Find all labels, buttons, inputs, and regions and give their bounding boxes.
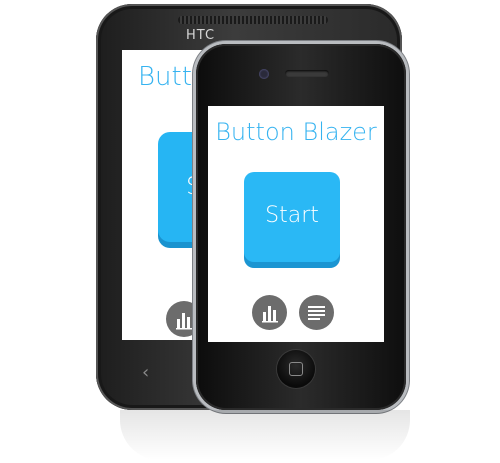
start-button-label: Start [265,203,319,228]
floor-reflection [120,410,410,460]
htc-speaker-grille [178,16,328,24]
menu-lines-icon [308,306,325,320]
menu-button[interactable] [299,295,334,330]
bar-chart-icon [262,306,278,323]
home-square-icon [289,362,303,376]
htc-logo: HTC [186,28,216,43]
stats-button[interactable] [252,295,287,330]
back-nav-icon[interactable]: ‹ [142,362,162,383]
front-camera-icon [259,69,269,79]
earpiece-speaker [285,70,329,77]
iphone-app-title: Button Blazer [215,118,377,146]
